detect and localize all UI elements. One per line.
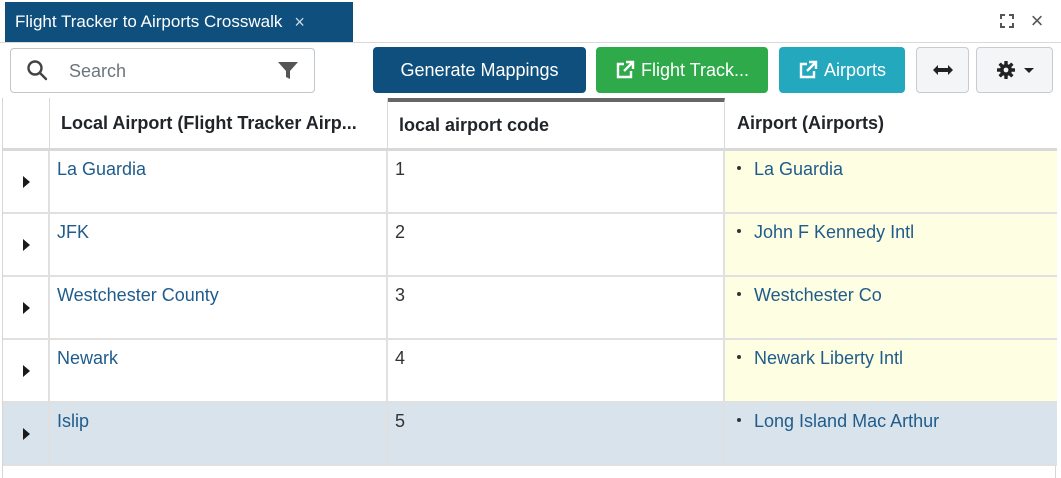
- search-icon[interactable]: [26, 59, 48, 86]
- settings-button[interactable]: [976, 47, 1053, 93]
- local-airport-link[interactable]: Westchester County: [57, 285, 219, 305]
- airports-button[interactable]: Airports: [779, 47, 905, 93]
- expand-icon[interactable]: [996, 10, 1018, 32]
- bullet-icon: [737, 292, 741, 297]
- local-airport-link[interactable]: La Guardia: [57, 159, 146, 179]
- generate-mappings-button[interactable]: Generate Mappings: [373, 47, 586, 93]
- tab-bar: Flight Tracker to Airports Crosswalk × ×: [0, 0, 1061, 43]
- table-row[interactable]: La Guardia 1 La Guardia: [3, 151, 1057, 214]
- toolbar: Generate Mappings Flight Track... Airpor…: [0, 43, 1061, 97]
- chevron-down-icon: [1023, 67, 1034, 73]
- bullet-icon: [737, 418, 741, 423]
- table-row-selected[interactable]: Islip 5 Long Island Mac Arthur: [3, 403, 1057, 466]
- local-airport-code: 4: [395, 348, 406, 368]
- header-airport[interactable]: Airport (Airports): [725, 98, 1057, 148]
- tab-close-icon[interactable]: ×: [294, 12, 305, 33]
- external-link-icon: [798, 60, 818, 80]
- flight-tracker-label: Flight Track...: [640, 59, 750, 80]
- airport-link[interactable]: John F Kennedy Intl: [754, 222, 914, 242]
- caret-right-icon: [23, 365, 30, 377]
- row-expand-toggle[interactable]: [3, 277, 50, 338]
- bullet-icon: [737, 166, 741, 171]
- airport-link[interactable]: Long Island Mac Arthur: [754, 411, 939, 431]
- table-row[interactable]: JFK 2 John F Kennedy Intl: [3, 214, 1057, 277]
- search-input[interactable]: [69, 55, 274, 87]
- row-expand-toggle[interactable]: [3, 403, 50, 464]
- table-row[interactable]: Newark 4 Newark Liberty Intl: [3, 340, 1057, 403]
- airports-label: Airports: [823, 59, 886, 80]
- horizontal-arrows-icon: [932, 60, 953, 81]
- gear-icon: [996, 60, 1016, 80]
- airport-link[interactable]: Newark Liberty Intl: [754, 348, 903, 368]
- row-expand-toggle[interactable]: [3, 151, 50, 212]
- table-row[interactable]: Westchester County 3 Westchester Co: [3, 277, 1057, 340]
- row-expand-toggle[interactable]: [3, 340, 50, 401]
- external-link-icon: [615, 60, 635, 80]
- local-airport-link[interactable]: Newark: [57, 348, 118, 368]
- row-expand-toggle[interactable]: [3, 214, 50, 275]
- flight-tracker-button[interactable]: Flight Track...: [596, 47, 768, 93]
- bullet-icon: [737, 355, 741, 360]
- tab-title: Flight Tracker to Airports Crosswalk: [15, 12, 283, 31]
- caret-right-icon: [23, 176, 30, 188]
- crosswalk-grid: Local Airport (Flight Tracker Airp... lo…: [2, 98, 1057, 478]
- local-airport-code: 2: [395, 222, 406, 242]
- local-airport-code: 5: [395, 411, 406, 431]
- resize-columns-button[interactable]: [916, 47, 969, 93]
- tab-crosswalk[interactable]: Flight Tracker to Airports Crosswalk ×: [5, 2, 353, 42]
- header-local-airport-code[interactable]: local airport code: [388, 98, 725, 148]
- search-box: [10, 48, 315, 93]
- header-expander: [3, 98, 50, 148]
- header-local-airport[interactable]: Local Airport (Flight Tracker Airp...: [50, 98, 388, 148]
- local-airport-link[interactable]: JFK: [57, 222, 89, 242]
- generate-mappings-label: Generate Mappings: [400, 59, 559, 80]
- local-airport-code: 1: [395, 159, 406, 179]
- grid-header: Local Airport (Flight Tracker Airp... lo…: [3, 98, 1057, 151]
- caret-right-icon: [23, 302, 30, 314]
- bullet-icon: [737, 229, 741, 234]
- caret-right-icon: [23, 239, 30, 251]
- caret-right-icon: [23, 428, 30, 440]
- airport-link[interactable]: Westchester Co: [754, 285, 882, 305]
- window-close-icon[interactable]: ×: [1026, 8, 1048, 33]
- filter-icon[interactable]: [277, 61, 299, 86]
- local-airport-link[interactable]: Islip: [57, 411, 89, 431]
- local-airport-code: 3: [395, 285, 406, 305]
- airport-link[interactable]: La Guardia: [754, 159, 843, 179]
